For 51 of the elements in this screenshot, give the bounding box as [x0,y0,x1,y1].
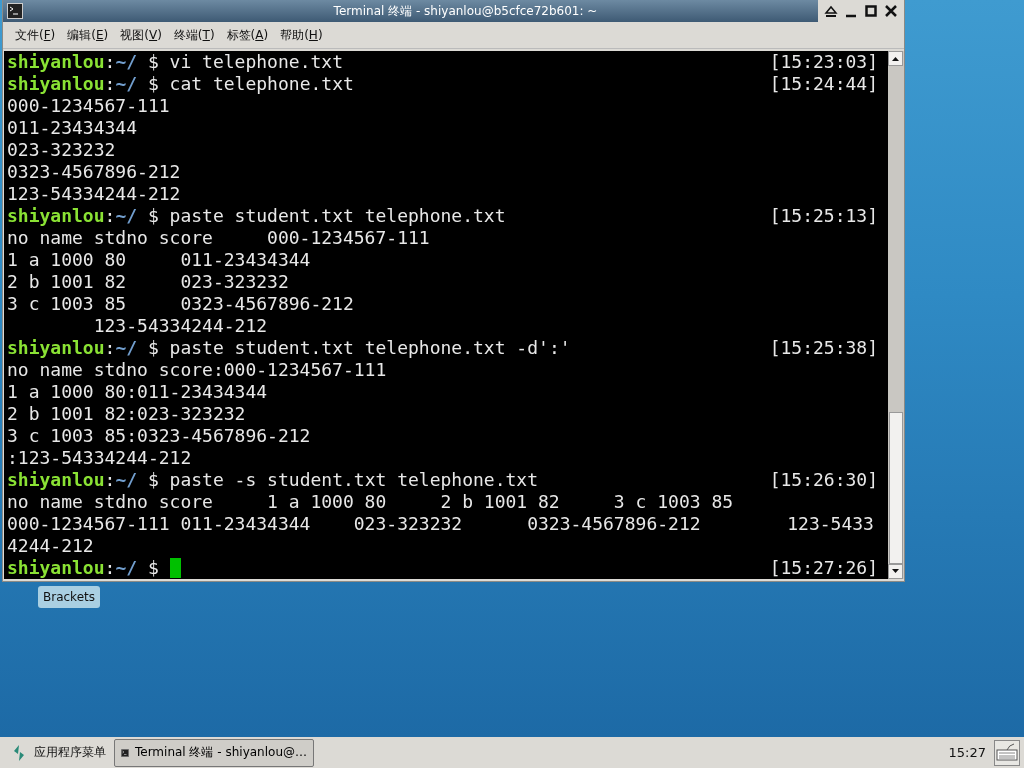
prompt-line: shiyanlou:~/ $ [7,557,159,579]
prompt-line: shiyanlou:~/ $ paste student.txt telephone.txt [7,205,506,227]
terminal-icon [7,3,23,19]
menu-item[interactable]: 视图(V) [120,26,162,44]
prompt-line: shiyanlou:~/ $ paste student.txt telephone.txt -d':' [7,337,571,359]
output-line: 000-1234567-111 [7,95,170,117]
keyboard-icon[interactable] [994,739,1020,766]
output-line: :123-54334244-212 [7,447,192,469]
output-line: 2 b 1001 82:023-323232 [7,403,246,425]
shade-button[interactable] [824,4,838,18]
menu-item[interactable]: 终端(T) [173,26,215,44]
output-line: 1 a 1000 80 011-23434344 [7,249,311,271]
menu-item[interactable]: 文件(F) [15,26,56,44]
scrollbar[interactable] [888,51,904,579]
menu-item[interactable]: 帮助(H) [280,26,323,44]
prompt-line: shiyanlou:~/ $ paste -s student.txt telephone.txt [7,469,539,491]
output-line: 023-323232 [7,139,116,161]
output-line: 3 c 1003 85 0323-4567896-212 [7,293,354,315]
output-line: 123-54334244-212 [92,315,268,337]
window-title: Terminal 终端 - shiyanlou@b5cfce72b601: ~ [332,2,599,20]
desktop-icon-label[interactable]: Brackets [38,586,100,608]
taskbar-button[interactable]: Terminal 终端 - shiyanlou@… [114,738,314,767]
maximize-button[interactable] [864,4,878,18]
scroll-up-button[interactable] [888,51,903,66]
output-line: 3 c 1003 85:0323-4567896-212 [7,425,311,447]
scroll-down-button[interactable] [888,564,903,579]
output-line: 011-23434344 [7,117,138,139]
timestamp: [15:25:38] [769,337,878,359]
output-line: 000-1234567-111 011-23434344 023-323232 0323-4567896-212 123-5433 [7,513,874,535]
close-button[interactable] [884,4,898,18]
timestamp: [15:24:44] [769,73,878,95]
timestamp: [15:27:26] [769,557,878,579]
leaf-logo-icon[interactable] [12,743,26,762]
output-line: 1 a 1000 80:011-23434344 [7,381,268,403]
timestamp: [15:26:30] [769,469,878,491]
output-line: 2 b 1001 82 023-323232 [7,271,289,293]
scroll-thumb[interactable] [889,412,903,564]
output-line: no name stdno score 000-1234567-111 [7,227,430,249]
menu-item[interactable]: 编辑(E) [67,26,109,44]
prompt-line: shiyanlou:~/ $ cat telephone.txt [7,73,354,95]
output-line: 0323-4567896-212 [7,161,181,183]
output-line: no name stdno score 1 a 1000 80 2 b 1001 82 3 c 1003 85 [7,491,734,513]
clock: 15:27 [948,745,986,760]
output-line: no name stdno score:000-1234567-111 [7,359,387,381]
timestamp: [15:23:03] [769,51,878,73]
output-line: 4244-212 [7,535,94,557]
timestamp: [15:25:13] [769,205,878,227]
prompt-line: shiyanlou:~/ $ vi telephone.txt [7,51,343,73]
output-line: 123-54334244-212 [7,183,181,205]
menu-item[interactable]: 标签(A) [226,26,269,44]
applications-menu[interactable]: 应用程序菜单 [34,744,106,761]
